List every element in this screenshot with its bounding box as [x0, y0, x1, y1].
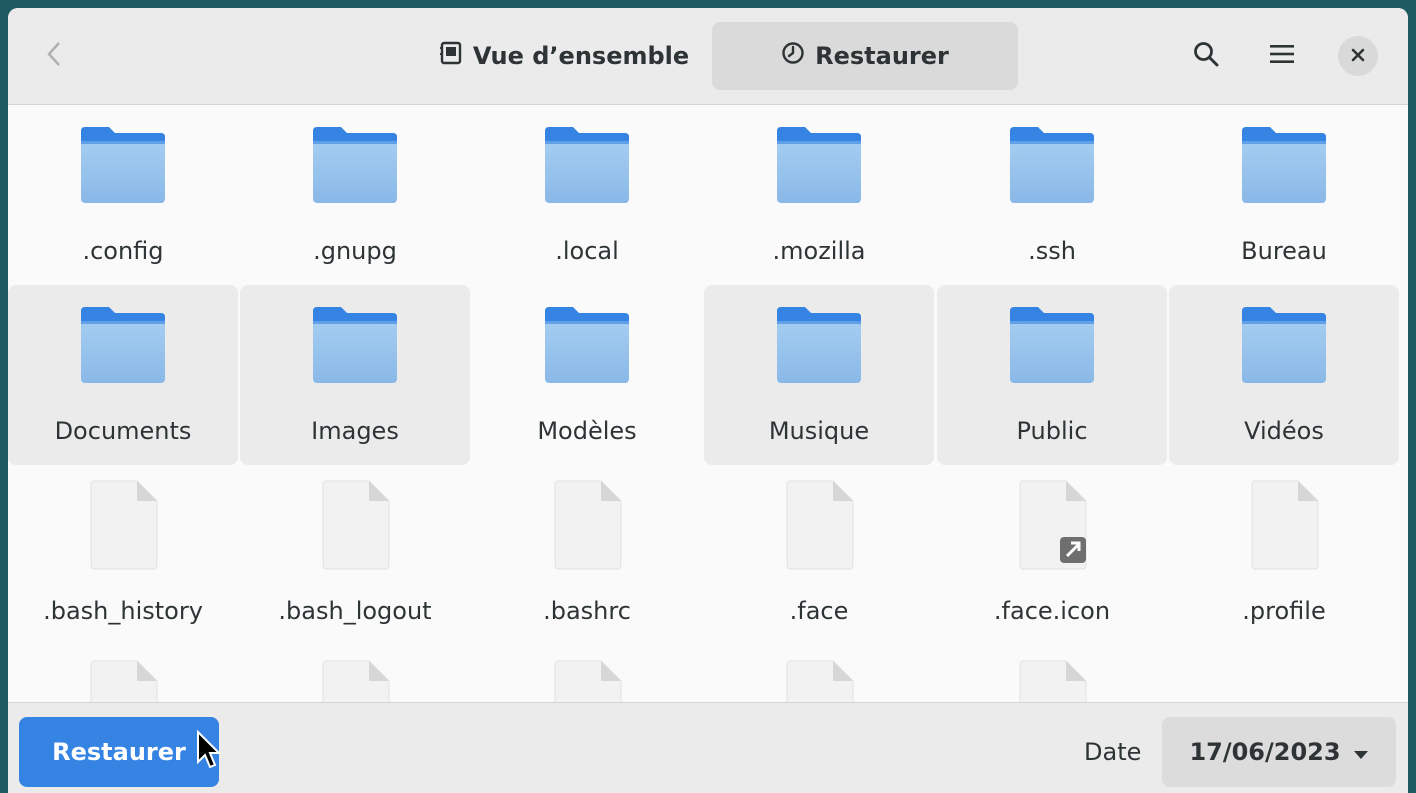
folder-icon [937, 285, 1167, 405]
item-label: .bash_history [43, 597, 203, 625]
item-label: Vidéos [1244, 417, 1324, 445]
file-icon [704, 465, 934, 585]
chevron-left-icon [44, 39, 64, 73]
folder-item[interactable]: Musique [704, 285, 934, 465]
folder-item[interactable]: .local [472, 105, 702, 285]
item-label: Modèles [537, 417, 637, 445]
close-icon [1351, 47, 1365, 66]
folder-icon [8, 105, 238, 225]
search-icon [1192, 40, 1220, 72]
main-menu-button[interactable] [1258, 32, 1306, 80]
file-icon [240, 645, 470, 702]
item-label: Musique [768, 417, 870, 445]
file-item[interactable]: .face [704, 465, 934, 645]
folder-item[interactable]: .config [8, 105, 238, 285]
chevron-down-icon [1353, 738, 1369, 766]
folder-item[interactable]: Documents [8, 285, 238, 465]
file-icon [8, 645, 238, 702]
clock-icon [781, 41, 805, 71]
folder-item[interactable]: Modèles [472, 285, 702, 465]
folder-item[interactable]: Vidéos [1169, 285, 1399, 465]
folder-item[interactable]: .gnupg [240, 105, 470, 285]
tab-overview-label: Vue d’ensemble [472, 42, 690, 70]
view-switcher: Vue d’ensemble Restaurer [416, 22, 1018, 90]
close-button[interactable] [1338, 36, 1378, 76]
file-item[interactable] [704, 645, 934, 702]
item-label: .local [555, 237, 619, 265]
folder-icon [937, 105, 1167, 225]
item-label: .face [789, 597, 849, 625]
folder-icon [472, 285, 702, 405]
file-item[interactable] [937, 645, 1167, 702]
file-icon [937, 645, 1167, 702]
item-label: .face.icon [993, 597, 1111, 625]
file-item[interactable] [8, 645, 238, 702]
folder-icon [472, 105, 702, 225]
item-label: Bureau [1241, 237, 1327, 265]
item-label: .config [82, 237, 164, 265]
file-icon [472, 645, 702, 702]
folder-item[interactable]: Public [937, 285, 1167, 465]
item-label: .profile [1242, 597, 1326, 625]
back-button[interactable] [34, 34, 74, 78]
file-item[interactable]: .bash_history [8, 465, 238, 645]
item-label: .bash_logout [278, 597, 432, 625]
item-label: .ssh [1028, 237, 1076, 265]
search-button[interactable] [1182, 32, 1230, 80]
date-value: 17/06/2023 [1189, 738, 1341, 766]
folder-icon [8, 285, 238, 405]
file-icon [704, 645, 934, 702]
folder-icon [240, 105, 470, 225]
folder-item[interactable]: .mozilla [704, 105, 934, 285]
restore-button[interactable]: Restaurer [19, 717, 219, 787]
item-label: .bashrc [543, 597, 631, 625]
folder-icon [1169, 105, 1399, 225]
folder-icon [704, 105, 934, 225]
file-icon [472, 465, 702, 585]
item-label: .mozilla [772, 237, 866, 265]
date-dropdown[interactable]: 17/06/2023 [1162, 717, 1396, 787]
symlink-file-icon [937, 465, 1167, 585]
folder-item[interactable]: .ssh [937, 105, 1167, 285]
mouse-pointer-icon [196, 729, 222, 774]
tab-overview[interactable]: Vue d’ensemble [416, 22, 712, 90]
header-bar: Vue d’ensemble Restaurer [8, 8, 1408, 105]
folder-icon [240, 285, 470, 405]
item-label: Public [1016, 417, 1088, 445]
tab-restore-label: Restaurer [815, 42, 949, 70]
file-icon [1169, 465, 1399, 585]
file-icon [240, 465, 470, 585]
file-item[interactable] [472, 645, 702, 702]
hamburger-menu-icon [1268, 42, 1296, 70]
file-icon [8, 465, 238, 585]
item-label: .gnupg [313, 237, 397, 265]
item-label: Images [311, 417, 399, 445]
overview-icon [439, 41, 463, 71]
item-label: Documents [54, 417, 192, 445]
tab-restore[interactable]: Restaurer [712, 22, 1018, 90]
folder-icon [704, 285, 934, 405]
file-item[interactable]: .bashrc [472, 465, 702, 645]
backup-window: Vue d’ensemble Restaurer .config .gnupg … [8, 8, 1408, 793]
file-grid: .config .gnupg .local .mozilla .ssh Bureau Doc… [8, 105, 1408, 702]
file-item[interactable]: .profile [1169, 465, 1399, 645]
file-item[interactable] [240, 645, 470, 702]
file-item[interactable]: .bash_logout [240, 465, 470, 645]
date-label: Date [1084, 738, 1142, 766]
folder-item[interactable]: Bureau [1169, 105, 1399, 285]
folder-icon [1169, 285, 1399, 405]
folder-item[interactable]: Images [240, 285, 470, 465]
file-item[interactable]: .face.icon [937, 465, 1167, 645]
